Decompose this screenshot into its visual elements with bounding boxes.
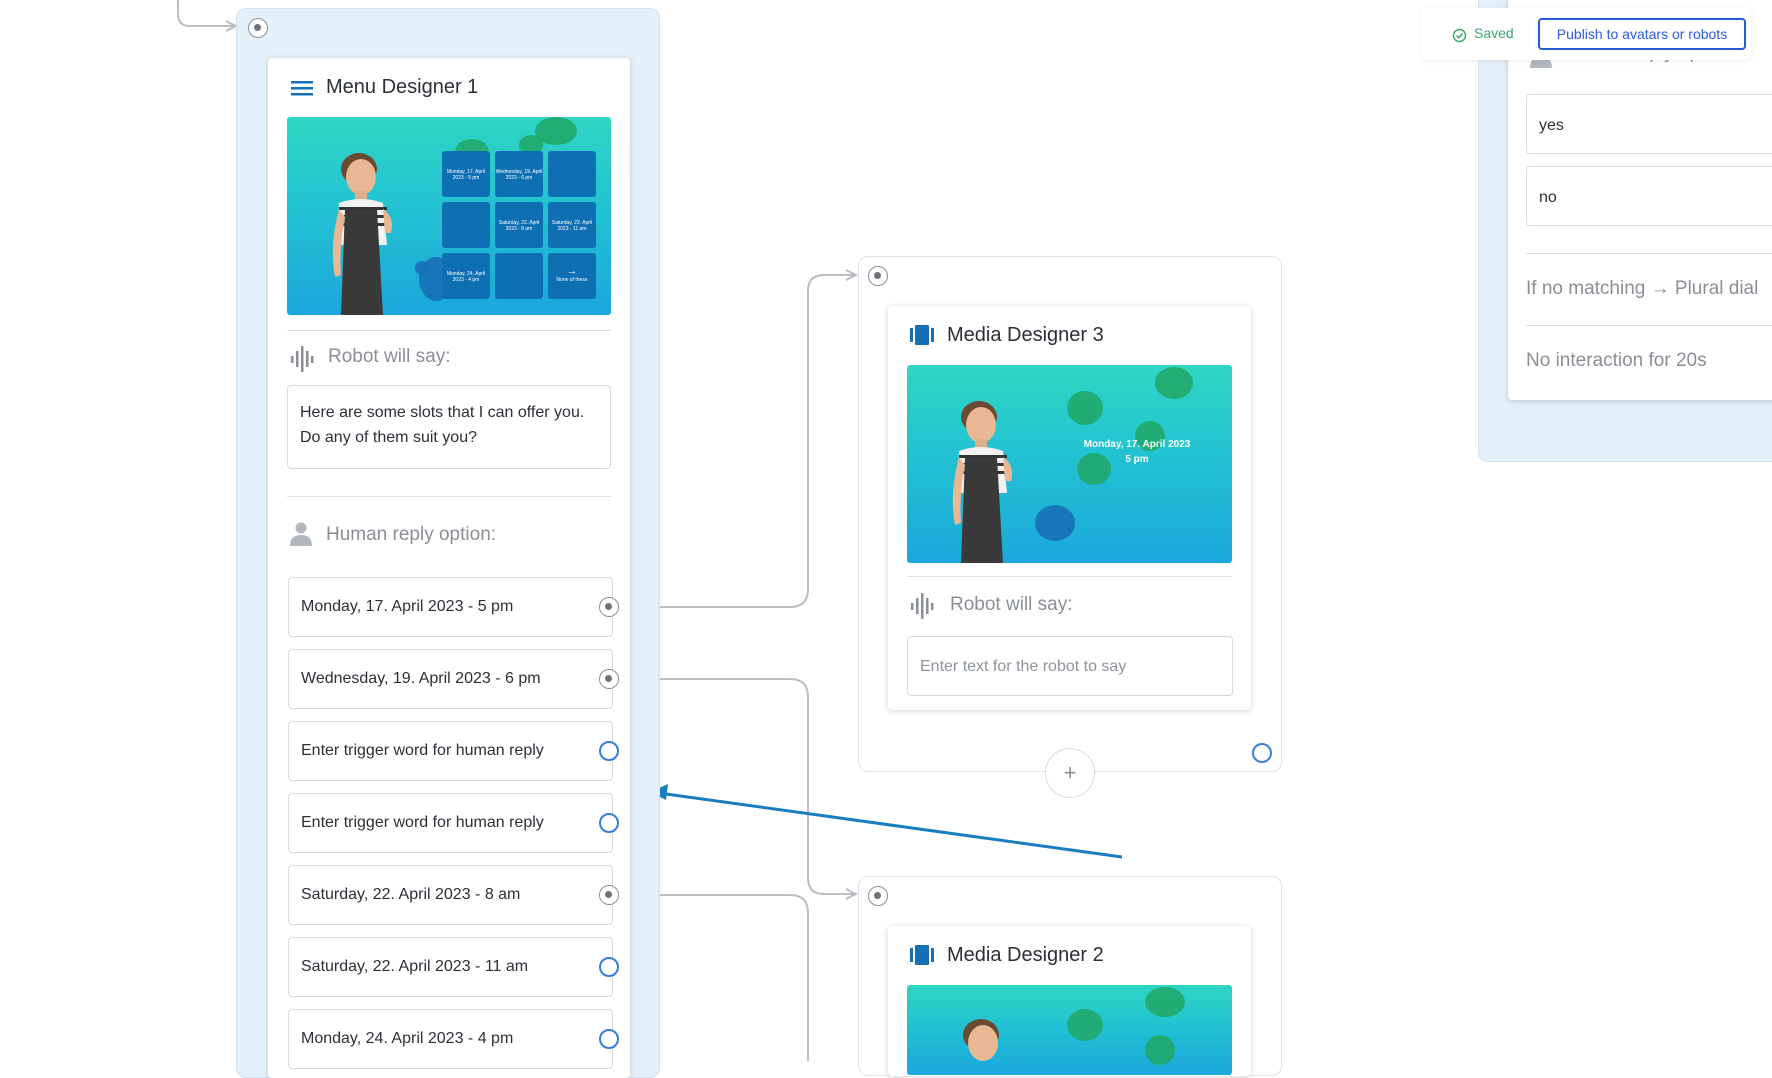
divider bbox=[1526, 253, 1772, 254]
menu-tile: Saturday, 22. April 2023 - 8 am bbox=[495, 202, 543, 248]
robot-text-field[interactable]: Here are some slots that I can offer you… bbox=[287, 385, 611, 469]
group-input-port[interactable] bbox=[248, 18, 268, 38]
reply-output-port[interactable] bbox=[599, 1029, 619, 1049]
menu-tile: Monday, 24. April 2023 - 4 pm bbox=[442, 253, 490, 299]
media-designer-2-title: Media Designer 2 bbox=[947, 944, 1104, 966]
human-reply-option[interactable]: Wednesday, 19. April 2023 - 6 pm bbox=[288, 649, 613, 709]
group-input-port[interactable] bbox=[868, 886, 888, 906]
menu-tile: Wednesday, 19. April 2023 - 6 pm bbox=[495, 151, 543, 197]
avatar-figure bbox=[332, 153, 392, 315]
human-reply-option[interactable]: no bbox=[1526, 166, 1772, 226]
person-icon bbox=[290, 522, 312, 546]
divider bbox=[1526, 325, 1772, 326]
reply-output-port[interactable] bbox=[599, 669, 619, 689]
menu-preview-image: Monday, 17. April 2023 - 5 pm Wednesday,… bbox=[287, 117, 611, 315]
human-reply-label: Human reply option: bbox=[326, 524, 497, 545]
add-node-button[interactable]: + bbox=[1045, 748, 1095, 798]
no-interaction-label: No interaction for 20s bbox=[1526, 350, 1707, 371]
menu-tile bbox=[548, 151, 596, 197]
menu-tile bbox=[442, 202, 490, 248]
menu-tile: Monday, 17. April 2023 - 5 pm bbox=[442, 151, 490, 197]
divider bbox=[287, 330, 611, 331]
divider bbox=[287, 496, 611, 497]
robot-will-say-label: Robot will say: bbox=[328, 346, 451, 367]
human-reply-input[interactable]: Enter trigger word for human reply bbox=[288, 721, 613, 781]
media-icon bbox=[910, 945, 934, 965]
human-reply-input[interactable]: Enter trigger word for human reply bbox=[288, 793, 613, 853]
reply-output-port[interactable] bbox=[599, 813, 619, 833]
menu-tile: Saturday, 22. April 2023 - 11 am bbox=[548, 202, 596, 248]
robot-text-input[interactable]: Enter text for the robot to say bbox=[907, 636, 1233, 696]
menu-tile-none: → None of these bbox=[548, 253, 596, 299]
robot-will-say-label: Robot will say: bbox=[950, 594, 1073, 615]
divider bbox=[907, 576, 1232, 577]
reply-output-port[interactable] bbox=[599, 741, 619, 761]
saved-status: Saved bbox=[1474, 25, 1514, 41]
avatar-figure bbox=[963, 1019, 999, 1061]
soundwave-icon bbox=[910, 593, 934, 619]
soundwave-icon bbox=[290, 346, 314, 372]
publish-button[interactable]: Publish to avatars or robots bbox=[1538, 18, 1746, 50]
media-3-image-text: Monday, 17. April 2023 5 pm bbox=[1083, 439, 1191, 465]
human-reply-option[interactable]: yes bbox=[1526, 94, 1772, 154]
human-reply-option[interactable]: Saturday, 22. April 2023 - 11 am bbox=[288, 937, 613, 997]
media-designer-3-title: Media Designer 3 bbox=[947, 324, 1104, 346]
group-input-port[interactable] bbox=[868, 266, 888, 286]
check-circle-icon bbox=[1452, 28, 1467, 43]
menu-icon bbox=[290, 78, 314, 98]
no-match-label: If no matching → Plural dial bbox=[1526, 278, 1759, 299]
reply-output-port[interactable] bbox=[599, 957, 619, 977]
reply-output-port[interactable] bbox=[599, 885, 619, 905]
menu-tile bbox=[495, 253, 543, 299]
menu-designer-title: Menu Designer 1 bbox=[326, 76, 479, 98]
avatar-figure bbox=[952, 401, 1012, 563]
media-3-output-port[interactable] bbox=[1252, 743, 1272, 763]
human-reply-option[interactable]: Monday, 24. April 2023 - 4 pm bbox=[288, 1009, 613, 1069]
menu-tile-none-label: None of these bbox=[556, 277, 588, 283]
media-2-preview-image bbox=[907, 985, 1232, 1075]
human-reply-option[interactable]: Saturday, 22. April 2023 - 8 am bbox=[288, 865, 613, 925]
media-3-preview-image: Monday, 17. April 2023 5 pm bbox=[907, 365, 1232, 563]
media-icon bbox=[910, 325, 934, 345]
reply-output-port[interactable] bbox=[599, 597, 619, 617]
human-reply-option[interactable]: Monday, 17. April 2023 - 5 pm bbox=[288, 577, 613, 637]
